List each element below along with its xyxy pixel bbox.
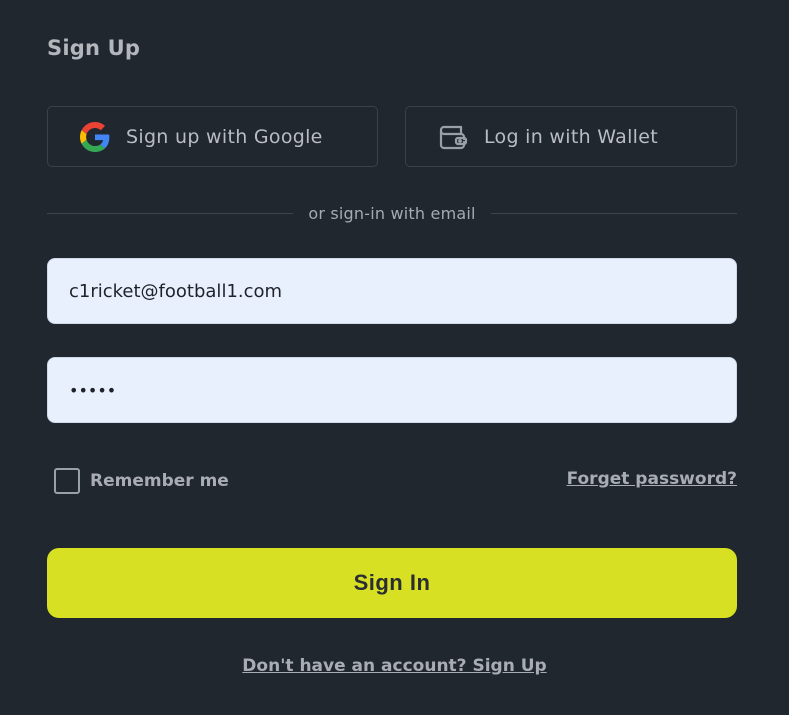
password-field[interactable] bbox=[47, 357, 737, 423]
remember-me-label: Remember me bbox=[90, 471, 229, 491]
sign-in-button[interactable]: Sign In bbox=[47, 548, 737, 618]
email-divider: or sign-in with email bbox=[47, 200, 737, 226]
wallet-icon bbox=[437, 121, 469, 153]
sign-up-panel: Sign Up Sign up with Google Log in with … bbox=[0, 0, 789, 715]
remember-me-toggle[interactable]: Remember me bbox=[54, 466, 229, 496]
page-title: Sign Up bbox=[47, 36, 141, 60]
google-signup-button[interactable]: Sign up with Google bbox=[47, 106, 378, 167]
wallet-login-label: Log in with Wallet bbox=[484, 125, 658, 148]
wallet-login-button[interactable]: Log in with Wallet bbox=[405, 106, 737, 167]
forget-password-link[interactable]: Forget password? bbox=[567, 469, 737, 489]
google-logo-icon bbox=[79, 121, 111, 153]
google-signup-label: Sign up with Google bbox=[126, 125, 323, 148]
sign-up-link[interactable]: Don't have an account? Sign Up bbox=[0, 656, 789, 676]
divider-text: or sign-in with email bbox=[308, 203, 476, 223]
divider-line-right bbox=[490, 212, 737, 214]
remember-me-checkbox[interactable] bbox=[54, 468, 80, 494]
divider-line-left bbox=[47, 212, 294, 214]
email-field[interactable] bbox=[47, 258, 737, 324]
